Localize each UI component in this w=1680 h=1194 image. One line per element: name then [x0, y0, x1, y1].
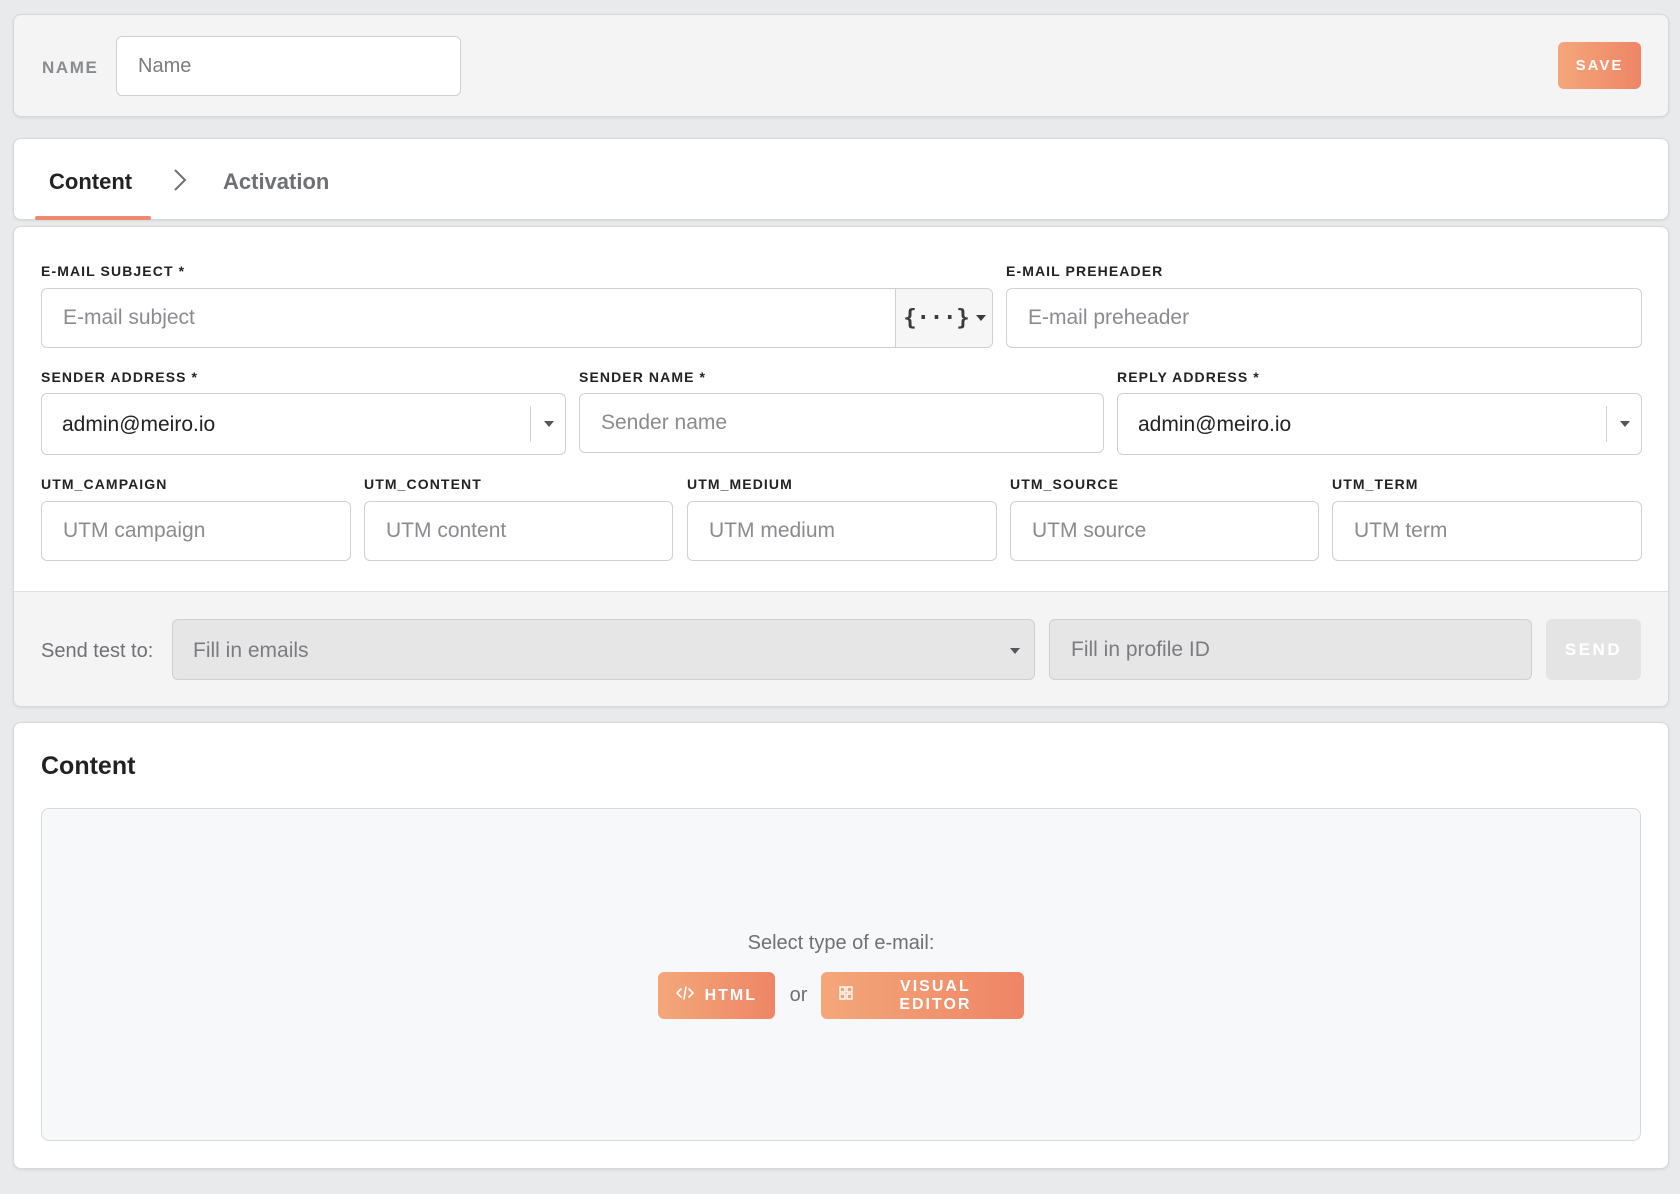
subject-input[interactable]: [42, 289, 895, 347]
subject-field: {···}: [41, 288, 993, 348]
preheader-input[interactable]: [1006, 288, 1642, 348]
select-separator: [530, 406, 531, 442]
send-test-button[interactable]: SEND: [1546, 619, 1641, 680]
caret-down-icon: [544, 421, 554, 427]
utm-content-label: UTM_CONTENT: [364, 476, 482, 492]
insert-placeholder-button[interactable]: {···}: [895, 289, 992, 347]
utm-source-label: UTM_SOURCE: [1010, 476, 1120, 492]
caret-down-icon: [975, 315, 986, 321]
sender-address-select[interactable]: admin@meiro.io: [41, 393, 566, 455]
name-header-card: NAME SAVE: [13, 14, 1669, 117]
or-text: or: [789, 984, 808, 1006]
email-type-selector: Select type of e-mail: HTML or VISUAL ED…: [41, 808, 1641, 1141]
reply-address-select[interactable]: admin@meiro.io: [1117, 393, 1642, 455]
code-icon: [675, 986, 694, 1005]
html-button-label: HTML: [704, 986, 758, 1004]
select-type-text: Select type of e-mail:: [747, 932, 935, 954]
utm-content-input[interactable]: [364, 501, 673, 561]
reply-address-value: admin@meiro.io: [1138, 413, 1292, 436]
reply-address-label: REPLY ADDRESS *: [1117, 369, 1260, 385]
profile-id-input[interactable]: [1049, 619, 1532, 680]
utm-term-input[interactable]: [1332, 501, 1642, 561]
send-test-bar: Send test to: Fill in emails SEND: [14, 591, 1668, 706]
chevron-right-icon: [172, 167, 188, 198]
preheader-label: E-MAIL PREHEADER: [1006, 263, 1164, 279]
visual-editor-button-label: VISUAL EDITOR: [899, 977, 972, 1013]
sender-address-value: admin@meiro.io: [62, 413, 216, 436]
sender-name-input[interactable]: [579, 393, 1104, 453]
save-button[interactable]: SAVE: [1558, 42, 1641, 89]
code-brackets-icon: {···}: [903, 305, 970, 331]
utm-source-input[interactable]: [1010, 501, 1319, 561]
utm-campaign-input[interactable]: [41, 501, 351, 561]
select-separator: [1606, 406, 1607, 442]
name-input[interactable]: [116, 36, 461, 96]
grid-icon: [839, 986, 854, 1005]
test-emails-placeholder: Fill in emails: [193, 639, 309, 662]
caret-down-icon: [1620, 421, 1630, 427]
utm-medium-label: UTM_MEDIUM: [687, 476, 793, 492]
name-label: NAME: [42, 58, 99, 77]
tabs-card: Content Activation: [13, 138, 1669, 220]
tab-content[interactable]: Content: [49, 169, 132, 195]
utm-medium-input[interactable]: [687, 501, 997, 561]
test-emails-select[interactable]: Fill in emails: [172, 619, 1035, 680]
utm-term-label: UTM_TERM: [1332, 476, 1419, 492]
email-type-buttons: HTML or VISUAL EDITOR: [42, 972, 1640, 1019]
email-settings-card: E-MAIL SUBJECT * {···} E-MAIL PREHEADER …: [13, 226, 1669, 707]
active-tab-underline: [35, 216, 151, 220]
content-card: Content Select type of e-mail: HTML or V…: [13, 722, 1669, 1169]
content-title: Content: [41, 752, 136, 780]
html-button[interactable]: HTML: [657, 972, 775, 1019]
utm-campaign-label: UTM_CAMPAIGN: [41, 476, 168, 492]
sender-name-label: SENDER NAME *: [579, 369, 707, 385]
visual-editor-button[interactable]: VISUAL EDITOR: [821, 972, 1025, 1019]
subject-label: E-MAIL SUBJECT *: [41, 263, 186, 279]
sender-address-label: SENDER ADDRESS *: [41, 369, 199, 385]
caret-down-icon: [1010, 648, 1020, 654]
send-test-label: Send test to:: [41, 640, 154, 662]
tab-activation[interactable]: Activation: [223, 169, 329, 195]
